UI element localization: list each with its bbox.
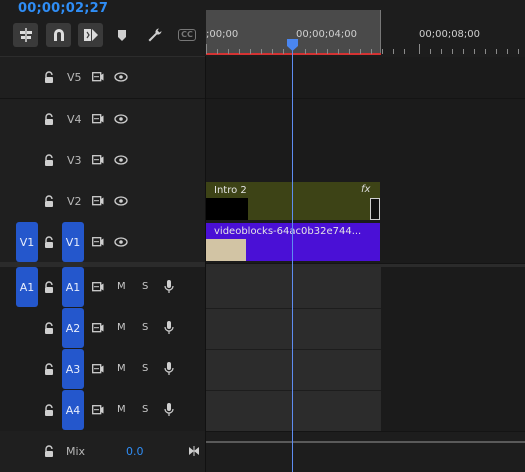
track-header-a3: A3 M S	[0, 349, 205, 391]
solo-button[interactable]: S	[142, 404, 148, 415]
lock-icon[interactable]	[44, 404, 54, 416]
mix-lane-line	[206, 441, 525, 443]
track-header-v4: V4	[0, 99, 205, 141]
eye-icon[interactable]	[114, 72, 128, 82]
eye-icon[interactable]	[114, 155, 128, 165]
sync-lock-icon[interactable]	[92, 237, 104, 247]
linked-selection-icon	[83, 29, 98, 41]
clip-thumbnail	[206, 198, 248, 220]
sync-lock-icon[interactable]	[92, 364, 104, 374]
ruler-label: 00;00;04;00	[296, 29, 358, 40]
sync-lock-icon[interactable]	[92, 72, 104, 82]
mute-button[interactable]: M	[117, 281, 126, 292]
lock-icon[interactable]	[44, 195, 54, 207]
clip-intro-2[interactable]: Intro 2 fx	[206, 182, 380, 220]
source-patch-a1[interactable]: A1	[16, 267, 38, 307]
playhead-timecode[interactable]: 00;00;02;27	[18, 1, 108, 16]
track-lane-v4[interactable]	[206, 99, 525, 141]
microphone-icon[interactable]	[164, 279, 174, 295]
mix-label: Mix	[66, 445, 86, 458]
mute-button[interactable]: M	[117, 322, 126, 333]
insert-sequence-button[interactable]	[13, 23, 38, 47]
snap-button[interactable]	[46, 23, 71, 47]
lock-icon[interactable]	[44, 322, 54, 334]
track-lane-v3[interactable]	[206, 140, 525, 182]
track-name[interactable]: V5	[67, 71, 82, 84]
lock-icon[interactable]	[44, 281, 54, 293]
playhead-line[interactable]	[292, 40, 293, 472]
header-lane-separator[interactable]	[205, 56, 206, 472]
lane-divider	[206, 308, 381, 309]
microphone-icon[interactable]	[164, 320, 174, 336]
track-header-a2: A2 M S	[0, 308, 205, 350]
solo-button[interactable]: S	[142, 322, 148, 333]
solo-button[interactable]: S	[142, 363, 148, 374]
captions-icon: CC	[178, 29, 196, 41]
time-ruler-ticks[interactable]	[206, 44, 525, 54]
clip-title: Intro 2	[214, 185, 247, 196]
microphone-icon[interactable]	[164, 402, 174, 418]
track-header-a1: A1 A1 M S	[0, 267, 205, 309]
ruler-label: ;00;00	[206, 29, 239, 40]
add-marker-button[interactable]	[112, 23, 132, 47]
mute-button[interactable]: M	[117, 363, 126, 374]
track-header-v5: V5	[0, 57, 205, 99]
insert-sequence-icon	[19, 28, 32, 42]
wrench-settings-icon	[148, 28, 162, 42]
lock-icon[interactable]	[44, 363, 54, 375]
track-header-v2: V2	[0, 181, 205, 223]
track-target-v1[interactable]: V1	[62, 222, 84, 262]
lane-divider	[206, 390, 381, 391]
playhead-handle[interactable]	[286, 38, 299, 52]
clip-thumbnail	[206, 239, 246, 261]
track-header-a4: A4 M S	[0, 390, 205, 432]
track-target-a4[interactable]: A4	[62, 390, 84, 430]
mix-track-header: Mix 0.0	[0, 431, 205, 472]
clip-videoblocks[interactable]: videoblocks-64ac0b32e744...	[206, 223, 380, 261]
track-name[interactable]: V4	[67, 113, 82, 126]
lane-divider	[206, 349, 381, 350]
track-name[interactable]: V3	[67, 154, 82, 167]
clip-end-thumbnail	[370, 198, 380, 220]
track-header-v3: V3	[0, 140, 205, 182]
go-to-end-icon[interactable]	[188, 446, 200, 456]
lock-icon[interactable]	[44, 445, 54, 457]
track-target-a1[interactable]: A1	[62, 267, 84, 307]
solo-button[interactable]: S	[142, 281, 148, 292]
lock-icon[interactable]	[44, 113, 54, 125]
track-header-v1: V1 V1	[0, 222, 205, 264]
mute-button[interactable]: M	[117, 404, 126, 415]
mix-volume-value[interactable]: 0.0	[126, 445, 144, 458]
ruler-label: 00;00;08;00	[419, 29, 481, 40]
snap-magnet-icon	[53, 29, 64, 41]
source-patch-v1[interactable]: V1	[16, 222, 38, 262]
microphone-icon[interactable]	[164, 361, 174, 377]
add-marker-icon	[118, 30, 126, 41]
track-name[interactable]: V2	[67, 195, 82, 208]
timeline-settings-button[interactable]	[144, 23, 166, 47]
sync-lock-icon[interactable]	[92, 114, 104, 124]
sync-lock-icon[interactable]	[92, 323, 104, 333]
captions-button[interactable]: CC	[176, 23, 198, 47]
track-target-a3[interactable]: A3	[62, 349, 84, 389]
linked-selection-button[interactable]	[78, 23, 103, 47]
lock-icon[interactable]	[44, 236, 54, 248]
fx-badge[interactable]: fx	[361, 184, 370, 195]
sync-lock-icon[interactable]	[92, 155, 104, 165]
eye-icon[interactable]	[114, 114, 128, 124]
lock-icon[interactable]	[44, 71, 54, 83]
eye-icon[interactable]	[114, 196, 128, 206]
track-lane-v5[interactable]	[206, 57, 525, 99]
sync-lock-icon[interactable]	[92, 282, 104, 292]
sync-lock-icon[interactable]	[92, 196, 104, 206]
lock-icon[interactable]	[44, 154, 54, 166]
eye-icon[interactable]	[114, 237, 128, 247]
sync-lock-icon[interactable]	[92, 405, 104, 415]
track-target-a2[interactable]: A2	[62, 308, 84, 348]
clip-title: videoblocks-64ac0b32e744...	[214, 226, 362, 237]
